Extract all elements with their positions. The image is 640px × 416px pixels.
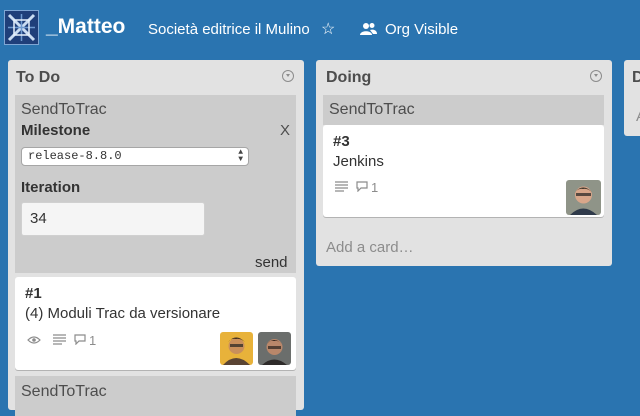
iteration-input[interactable]: 34: [21, 202, 205, 236]
member-avatar[interactable]: [220, 332, 253, 365]
member-avatar[interactable]: [258, 332, 291, 365]
watch-eye-icon: [27, 333, 41, 348]
iteration-label: Iteration: [21, 179, 81, 196]
list-title[interactable]: Doing: [326, 69, 371, 87]
card-number: #1: [25, 285, 42, 302]
visibility-label[interactable]: Org Visible: [385, 21, 458, 38]
list-doing: Doing SendToTrac #3 Jenkins 1 Add a card…: [316, 60, 612, 266]
org-name-link[interactable]: Società editrice il Mulino: [148, 21, 310, 38]
milestone-selected-value: release-8.8.0: [28, 149, 122, 163]
plugin-title: SendToTrac: [21, 383, 107, 400]
card-title: Jenkins: [333, 153, 384, 170]
milestone-label: Milestone: [21, 122, 91, 139]
list-to-do: To Do SendToTrac Milestone X release-8.8…: [8, 60, 304, 416]
card-1[interactable]: #1 (4) Moduli Trac da versionare 1: [15, 277, 296, 370]
comment-icon: [74, 333, 86, 348]
plugin-title: SendToTrac: [329, 101, 415, 118]
card-3[interactable]: #3 Jenkins 1: [323, 125, 604, 217]
send-button[interactable]: send: [255, 254, 288, 271]
comment-icon: [356, 180, 368, 195]
add-card-link[interactable]: A: [636, 108, 640, 125]
list-menu-icon[interactable]: [282, 70, 294, 82]
list-menu-icon[interactable]: [590, 70, 602, 82]
member-avatar[interactable]: [566, 180, 601, 215]
comment-count: 1: [371, 180, 379, 195]
add-card-link[interactable]: Add a card…: [326, 239, 414, 256]
card-badges: 1: [335, 180, 378, 195]
card-number: #3: [333, 133, 350, 150]
send-to-trac-panel: SendToTrac: [323, 95, 604, 125]
list-title[interactable]: To Do: [16, 69, 60, 87]
star-icon[interactable]: ☆: [321, 19, 335, 39]
card-badges: 1: [27, 333, 96, 348]
board-header: _Matteo Società editrice il Mulino ☆ Org…: [0, 0, 640, 56]
card-title: (4) Moduli Trac da versionare: [25, 305, 221, 322]
description-icon: [335, 180, 348, 195]
send-to-trac-panel: SendToTrac Milestone X release-8.8.0 ▲ ▼ …: [15, 95, 296, 273]
close-button[interactable]: X: [280, 122, 290, 139]
board-logo-icon[interactable]: [4, 10, 39, 45]
description-icon: [53, 333, 66, 348]
board-name[interactable]: _Matteo: [46, 15, 125, 39]
plugin-title: SendToTrac: [21, 101, 107, 118]
comment-count: 1: [89, 333, 97, 348]
milestone-select[interactable]: release-8.8.0 ▲ ▼: [21, 147, 249, 166]
select-arrows-icon: ▲ ▼: [238, 148, 243, 164]
list-partial: D A: [624, 60, 640, 136]
send-to-trac-panel: SendToTrac: [15, 376, 296, 416]
team-icon[interactable]: [360, 22, 378, 41]
list-title[interactable]: D: [632, 69, 640, 87]
